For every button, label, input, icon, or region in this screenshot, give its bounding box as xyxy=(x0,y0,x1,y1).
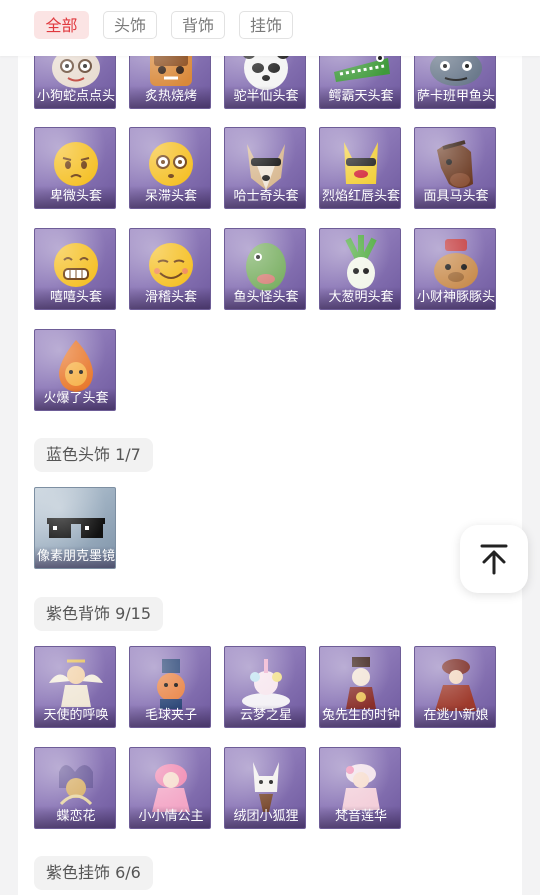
item-label: 火爆了头套 xyxy=(35,388,115,410)
item-card[interactable]: 呆滞头套 xyxy=(129,127,211,209)
section-title-blue-head: 蓝色头饰 1/7 xyxy=(34,438,153,472)
item-card[interactable]: 毛球夹子 xyxy=(129,646,211,728)
item-card[interactable]: 小财神豚豚头 xyxy=(414,228,496,310)
item-label: 驼半仙头套 xyxy=(225,86,305,108)
item-card[interactable]: 嘻嘻头套 xyxy=(34,228,116,310)
item-label: 鱼头怪头套 xyxy=(225,287,305,309)
back-to-top-button[interactable] xyxy=(460,525,528,593)
item-label: 鳄霸天头套 xyxy=(320,86,400,108)
item-label: 小财神豚豚头 xyxy=(415,287,495,309)
category-tab-bar: 全部 头饰 背饰 挂饰 xyxy=(0,0,540,56)
item-label: 兔先生的时钟 xyxy=(320,705,400,727)
item-card[interactable]: 滑稽头套 xyxy=(129,228,211,310)
item-card[interactable]: 面具马头套 xyxy=(414,127,496,209)
item-label: 蝶恋花 xyxy=(35,806,115,828)
item-label: 云梦之星 xyxy=(225,705,305,727)
arrow-up-to-line-icon xyxy=(480,544,508,575)
tab-head[interactable]: 头饰 xyxy=(103,11,157,39)
section-title-purple-hanging: 紫色挂饰 6/6 xyxy=(34,856,153,890)
section-title-purple-back: 紫色背饰 9/15 xyxy=(34,597,164,631)
item-label: 梵音莲华 xyxy=(320,806,400,828)
item-label: 炙热烧烤 xyxy=(130,86,210,108)
item-label: 小小情公主 xyxy=(130,806,210,828)
item-card[interactable]: 火爆了头套 xyxy=(34,329,116,411)
item-label: 小狗蛇点点头 xyxy=(35,86,115,108)
item-label: 烈焰红唇头套 xyxy=(320,186,400,208)
item-label: 卑微头套 xyxy=(35,186,115,208)
item-card[interactable]: 梵音莲华 xyxy=(319,747,401,829)
item-card[interactable]: 大葱明头套 xyxy=(319,228,401,310)
item-label: 像素朋克墨镜 xyxy=(35,546,115,568)
item-card[interactable]: 蝶恋花 xyxy=(34,747,116,829)
item-card[interactable]: 天使的呼唤 xyxy=(34,646,116,728)
item-card[interactable]: 兔先生的时钟 xyxy=(319,646,401,728)
item-card[interactable]: 卑微头套 xyxy=(34,127,116,209)
item-label: 毛球夹子 xyxy=(130,705,210,727)
item-label: 萨卡班甲鱼头 xyxy=(415,86,495,108)
tab-hanging[interactable]: 挂饰 xyxy=(239,11,293,39)
item-card[interactable]: 烈焰红唇头套 xyxy=(319,127,401,209)
item-card[interactable]: 小小情公主 xyxy=(129,747,211,829)
item-card[interactable]: 云梦之星 xyxy=(224,646,306,728)
item-label: 嘻嘻头套 xyxy=(35,287,115,309)
item-label: 绒团小狐狸 xyxy=(225,806,305,828)
item-label: 滑稽头套 xyxy=(130,287,210,309)
item-label: 在逃小新娘 xyxy=(415,705,495,727)
item-card[interactable]: 在逃小新娘 xyxy=(414,646,496,728)
tab-all[interactable]: 全部 xyxy=(34,11,89,39)
item-card[interactable]: 哈士奇头套 xyxy=(224,127,306,209)
item-card[interactable]: 鱼头怪头套 xyxy=(224,228,306,310)
item-card[interactable]: 绒团小狐狸 xyxy=(224,747,306,829)
item-label: 哈士奇头套 xyxy=(225,186,305,208)
item-label: 面具马头套 xyxy=(415,186,495,208)
item-label: 呆滞头套 xyxy=(130,186,210,208)
tab-back[interactable]: 背饰 xyxy=(171,11,225,39)
item-card[interactable]: 像素朋克墨镜 xyxy=(34,487,116,569)
item-label: 天使的呼唤 xyxy=(35,705,115,727)
item-label: 大葱明头套 xyxy=(320,287,400,309)
